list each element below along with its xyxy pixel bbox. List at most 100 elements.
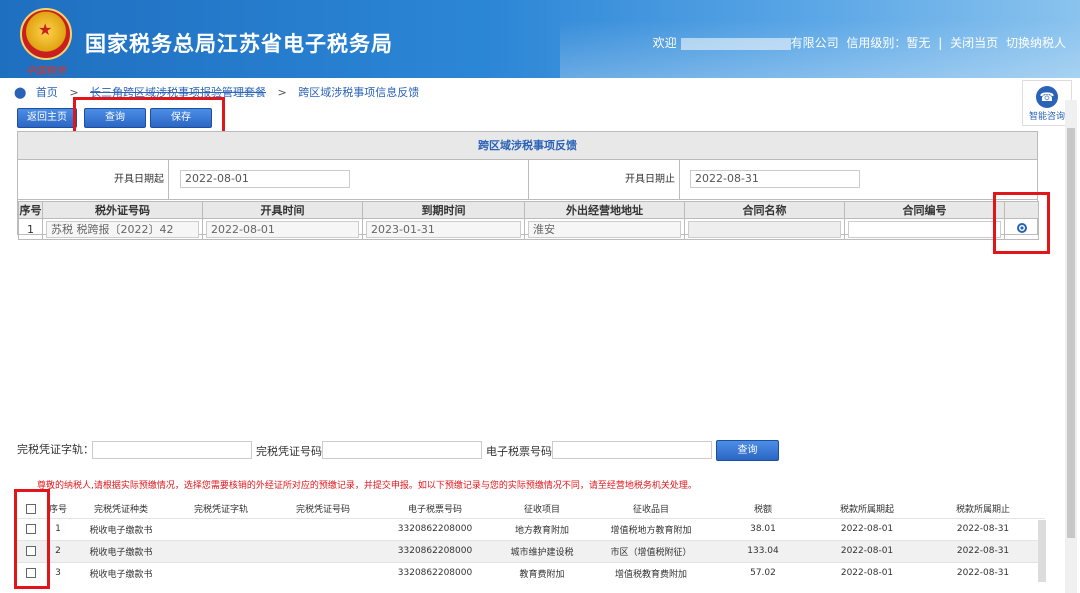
date-to-label: 开具日期止 — [528, 160, 680, 200]
col2-sub: 征收品目 — [632, 505, 669, 516]
page-scrollbar[interactable] — [1065, 100, 1077, 593]
close-page-link[interactable]: 关闭当页 — [950, 36, 998, 50]
row-from: 2022-08-01 — [813, 517, 921, 540]
col-no: 序号 — [18, 201, 43, 219]
feedback-panel: 跨区域涉税事项反馈 开具日期起 2022-08-01 开具日期止 2022-08… — [17, 131, 1039, 240]
row-kind: 税收电子缴款书 — [71, 539, 171, 562]
row-track — [171, 539, 271, 562]
back-home-button[interactable]: 返回主页 — [17, 108, 77, 128]
col2-num: 完税凭证号码 — [295, 505, 350, 516]
row-item: 城市维护建设税 — [495, 539, 589, 562]
row-eno: 3320862208000 — [375, 517, 495, 540]
row-sub: 市区（增值税附征） — [589, 539, 713, 562]
table-row[interactable]: 1 苏税 税跨报〔2022〕42 2022-08-01 2023-01-31 淮… — [18, 218, 1039, 240]
row-eno: 3320862208000 — [375, 539, 495, 562]
date-from-input[interactable]: 2022-08-01 — [180, 170, 350, 188]
search-query-button[interactable]: 查询 — [716, 440, 779, 461]
table-scrollbar[interactable] — [1038, 520, 1046, 582]
row-to: 2022-08-31 — [921, 561, 1045, 584]
search-row: 完税凭证字轨： — [17, 441, 94, 457]
notice-text: 尊敬的纳税人,请根据实际预缴情况，选择您需要核销的外经证所对应的预缴记录，并提交… — [37, 481, 697, 491]
site-title: 国家税务总局江苏省电子税务局 — [85, 32, 393, 56]
row-sub: 增值税地方教育附加 — [589, 517, 713, 540]
emblem-subtitle: 中国税务 — [26, 66, 66, 77]
tax-emblem-icon: ★ — [20, 8, 72, 60]
row-from: 2022-08-01 — [813, 539, 921, 562]
row-num — [271, 561, 375, 584]
col2-eno: 电子税票号码 — [407, 505, 462, 516]
table-row[interactable]: 2 税收电子缴款书 3320862208000 城市维护建设税 市区（增值税附征… — [17, 539, 1045, 562]
prepay-table: 序号 完税凭证种类 完税凭证字轨 完税凭证号码 电子税票号码 征收项目 征收品目… — [17, 500, 1045, 584]
contract-no-cell — [844, 218, 1005, 240]
row-to: 2022-08-31 — [921, 517, 1045, 540]
link-separator: | — [938, 36, 943, 50]
date-from-label: 开具日期起 — [18, 160, 169, 200]
top-links: 欢迎 有限公司 信用级别：暂无 | 关闭当页 切换纳税人 — [649, 34, 1066, 51]
col-contract-no: 合同编号 — [844, 201, 1005, 219]
cert-table: 序号 税外证号码 开具时间 到期时间 外出经营地地址 合同名称 合同编号 1 苏… — [18, 201, 1039, 240]
row-to: 2022-08-31 — [921, 539, 1045, 562]
open-value: 2022-08-01 — [206, 220, 359, 238]
masked-username — [680, 37, 791, 50]
row-kind: 税收电子缴款书 — [71, 517, 171, 540]
track-label: 完税凭证字轨： — [17, 443, 94, 456]
table-row[interactable]: 3 税收电子缴款书 3320862208000 教育费附加 增值税教育费附加 5… — [17, 561, 1045, 584]
row-from: 2022-08-01 — [813, 561, 921, 584]
row-num — [271, 539, 375, 562]
col2-from: 税款所属期起 — [839, 505, 894, 516]
col2-to: 税款所属期止 — [955, 505, 1010, 516]
cert-cell: 苏税 税跨报〔2022〕42 — [42, 218, 203, 240]
row-item: 地方教育附加 — [495, 517, 589, 540]
col2-item: 征收项目 — [523, 505, 560, 516]
header-banner: ★ 中国税务 国家税务总局江苏省电子税务局 欢迎 有限公司 信用级别：暂无 | 关… — [0, 0, 1080, 78]
company-suffix: 有限公司 — [790, 36, 839, 50]
voucher-no-label: 完税凭证号码: — [256, 445, 326, 458]
location-pin-icon: ⬤ — [14, 86, 27, 99]
cert-table-header: 序号 税外证号码 开具时间 到期时间 外出经营地地址 合同名称 合同编号 — [18, 201, 1039, 219]
row-item: 教育费附加 — [495, 561, 589, 584]
col-open: 开具时间 — [202, 201, 363, 219]
row-num — [271, 517, 375, 540]
highlight-box-radio — [993, 192, 1050, 254]
credit-level: 信用级别：暂无 — [846, 36, 931, 50]
row-tax: 38.01 — [713, 517, 813, 540]
row-kind: 税收电子缴款书 — [71, 561, 171, 584]
panel-title: 跨区域涉税事项反馈 — [18, 132, 1037, 160]
row-no: 1 — [18, 218, 43, 240]
eticket-no-label: 电子税票号码: — [486, 445, 556, 458]
contract-no-input[interactable] — [848, 220, 1001, 238]
date-filter-row: 开具日期起 2022-08-01 开具日期止 2022-08-31 — [18, 160, 1037, 200]
row-tax: 133.04 — [713, 539, 813, 562]
col-cert: 税外证号码 — [42, 201, 203, 219]
col-addr: 外出经营地地址 — [524, 201, 685, 219]
breadcrumb-level3[interactable]: 跨区域涉税事项信息反馈 — [298, 86, 419, 99]
row-sub: 增值税教育费附加 — [589, 561, 713, 584]
col2-tax: 税额 — [753, 505, 772, 516]
switch-taxpayer-link[interactable]: 切换纳税人 — [1006, 36, 1066, 50]
breadcrumb-home[interactable]: 首页 — [36, 86, 58, 99]
prepay-header: 序号 完税凭证种类 完税凭证字轨 完税凭证号码 电子税票号码 征收项目 征收品目… — [17, 500, 1045, 518]
table-row[interactable]: 1 税收电子缴款书 3320862208000 地方教育附加 增值税地方教育附加… — [17, 517, 1045, 540]
date-to-input[interactable]: 2022-08-31 — [690, 170, 860, 188]
highlight-box-checkboxes — [14, 489, 50, 589]
track-input[interactable] — [92, 441, 252, 459]
voucher-no-input[interactable] — [322, 441, 482, 459]
cert-value: 苏税 税跨报〔2022〕42 — [46, 220, 199, 238]
welcome-text: 欢迎 — [652, 36, 677, 50]
eticket-no-input[interactable] — [552, 441, 712, 459]
col-expire: 到期时间 — [362, 201, 525, 219]
row-track — [171, 517, 271, 540]
open-cell: 2022-08-01 — [202, 218, 363, 240]
expire-cell: 2023-01-31 — [362, 218, 525, 240]
row-track — [171, 561, 271, 584]
scrollbar-thumb[interactable] — [1067, 128, 1075, 538]
row-eno: 3320862208000 — [375, 561, 495, 584]
contract-name-cell — [684, 218, 845, 240]
headset-icon: ☎ — [1036, 86, 1058, 108]
row-tax: 57.02 — [713, 561, 813, 584]
breadcrumb-sep: > — [277, 86, 287, 99]
addr-value: 淮安 — [528, 220, 681, 238]
col2-track: 完税凭证字轨 — [193, 505, 248, 516]
col-contract-name: 合同名称 — [684, 201, 845, 219]
smart-assist-label: 智能咨询 — [1028, 112, 1065, 122]
